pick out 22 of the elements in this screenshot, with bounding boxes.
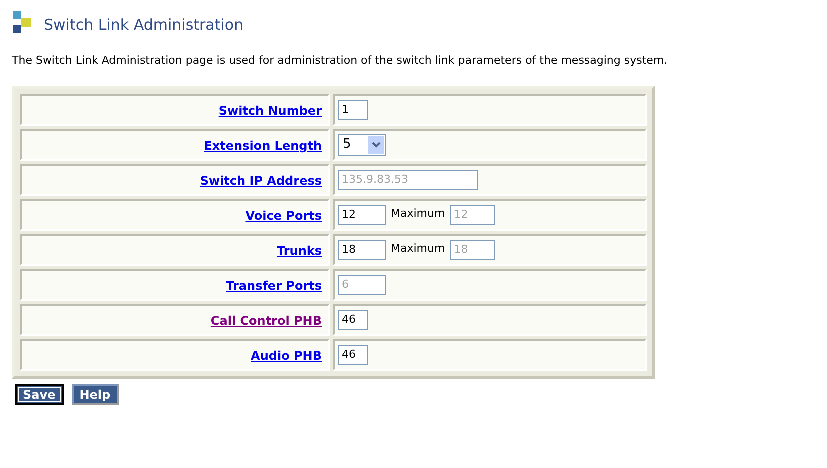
field-label-link[interactable]: Call Control PHB	[210, 314, 322, 328]
field-label-link[interactable]: Switch Number	[218, 104, 322, 118]
maximum-label: Maximum	[391, 241, 446, 258]
field-label-link[interactable]: Switch IP Address	[200, 174, 322, 188]
input-field[interactable]: 46	[338, 344, 368, 364]
caret-icon	[372, 142, 380, 148]
input-field[interactable]: 1	[338, 100, 368, 120]
input-field[interactable]: 12	[338, 204, 386, 224]
field-label-link[interactable]: Transfer Ports	[226, 278, 322, 292]
input-field[interactable]: 46	[338, 310, 368, 330]
field-label-link[interactable]: Audio PHB	[251, 348, 322, 362]
maximum-label: Maximum	[391, 206, 446, 222]
logo-icon	[12, 10, 32, 34]
page-description: The Switch Link Administration page is used for administration of the switch link parameters of the messaging system.	[12, 53, 669, 69]
field-label-link[interactable]: Extension Length	[204, 138, 322, 152]
form-button[interactable]: Help	[72, 384, 119, 404]
page-title: Switch Link Administration	[44, 18, 244, 33]
extension-length-dropdown[interactable]: 5	[338, 134, 386, 156]
form-button[interactable]: Save	[15, 384, 64, 404]
field-label-link[interactable]: Voice Ports	[246, 208, 322, 222]
field-label-link[interactable]: Trunks	[277, 244, 322, 258]
input-field[interactable]: 18	[338, 240, 386, 260]
